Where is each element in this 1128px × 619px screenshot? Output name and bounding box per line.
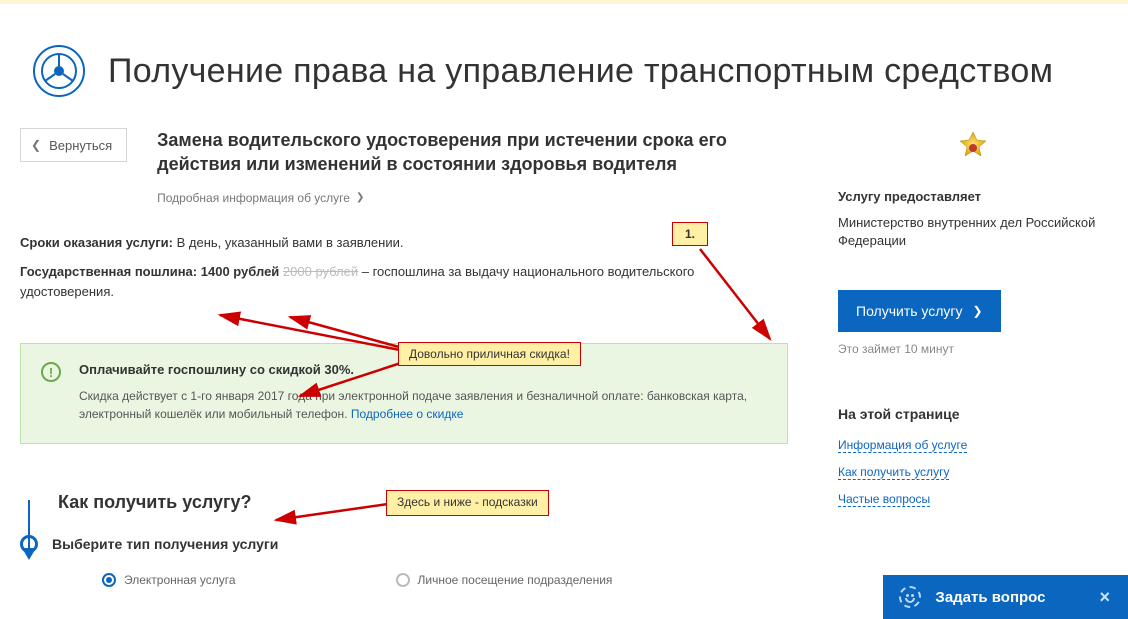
chevron-right-icon: ❯ — [356, 192, 364, 203]
vertical-guide-line — [28, 500, 30, 548]
step-1-title: Выберите тип получения услуги — [52, 536, 278, 552]
provider-title: Услугу предоставляет — [838, 189, 1108, 204]
term-label: Сроки оказания услуги: — [20, 235, 173, 250]
get-service-button[interactable]: Получить услугу ❯ — [838, 290, 1001, 332]
emblem-icon — [838, 128, 1108, 175]
fee-row: Государственная пошлина: 1400 рублей 200… — [20, 262, 788, 301]
service-subtitle: Замена водительского удостоверения при и… — [157, 128, 788, 177]
discount-text: Скидка действует с 1-го января 2017 года… — [79, 387, 763, 423]
arrow-down-icon — [22, 548, 36, 560]
annotation-tag-discount: Довольно приличная скидка! — [398, 342, 581, 366]
smiley-icon — [899, 586, 921, 608]
term-value: В день, указанный вами в заявлении. — [177, 235, 404, 250]
fee-label: Государственная пошлина: — [20, 264, 197, 279]
anchor-link-how[interactable]: Как получить услугу — [838, 465, 949, 480]
chevron-left-icon: ❮ — [31, 138, 41, 152]
annotation-tag-hints: Здесь и ниже - подсказки — [386, 490, 549, 516]
anchor-link-info[interactable]: Информация об услуге — [838, 438, 967, 453]
time-note: Это займет 10 минут — [838, 342, 1108, 356]
fee-price: 1400 рублей — [201, 264, 280, 279]
discount-link[interactable]: Подробнее о скидке — [351, 407, 464, 421]
provider-name: Министерство внутренних дел Российской Ф… — [838, 214, 1108, 250]
chevron-right-icon: ❯ — [973, 304, 983, 318]
steering-wheel-icon — [32, 44, 86, 98]
fee-old: 2000 рублей — [283, 264, 358, 279]
anchor-link-faq[interactable]: Частые вопросы — [838, 492, 930, 507]
page-header: Получение права на управление транспортн… — [0, 4, 1128, 128]
service-details-link[interactable]: Подробная информация об услуге ❯ — [157, 191, 364, 205]
annotation-tag-1: 1. — [672, 222, 708, 246]
on-this-page-title: На этой странице — [838, 406, 1108, 422]
option-in-person[interactable]: Личное посещение подразделения — [396, 573, 613, 587]
exclamation-icon: ! — [41, 362, 61, 382]
radio-on-icon — [102, 573, 116, 587]
back-label: Вернуться — [49, 138, 112, 153]
radio-off-icon — [396, 573, 410, 587]
page-title: Получение права на управление транспортн… — [108, 50, 1053, 93]
option-electronic[interactable]: Электронная услуга — [102, 573, 236, 587]
step-1-row: Выберите тип получения услуги — [20, 535, 788, 553]
close-icon[interactable]: × — [1099, 587, 1110, 608]
back-button[interactable]: ❮ Вернуться — [20, 128, 127, 162]
ask-question-button[interactable]: Задать вопрос × — [883, 575, 1128, 619]
